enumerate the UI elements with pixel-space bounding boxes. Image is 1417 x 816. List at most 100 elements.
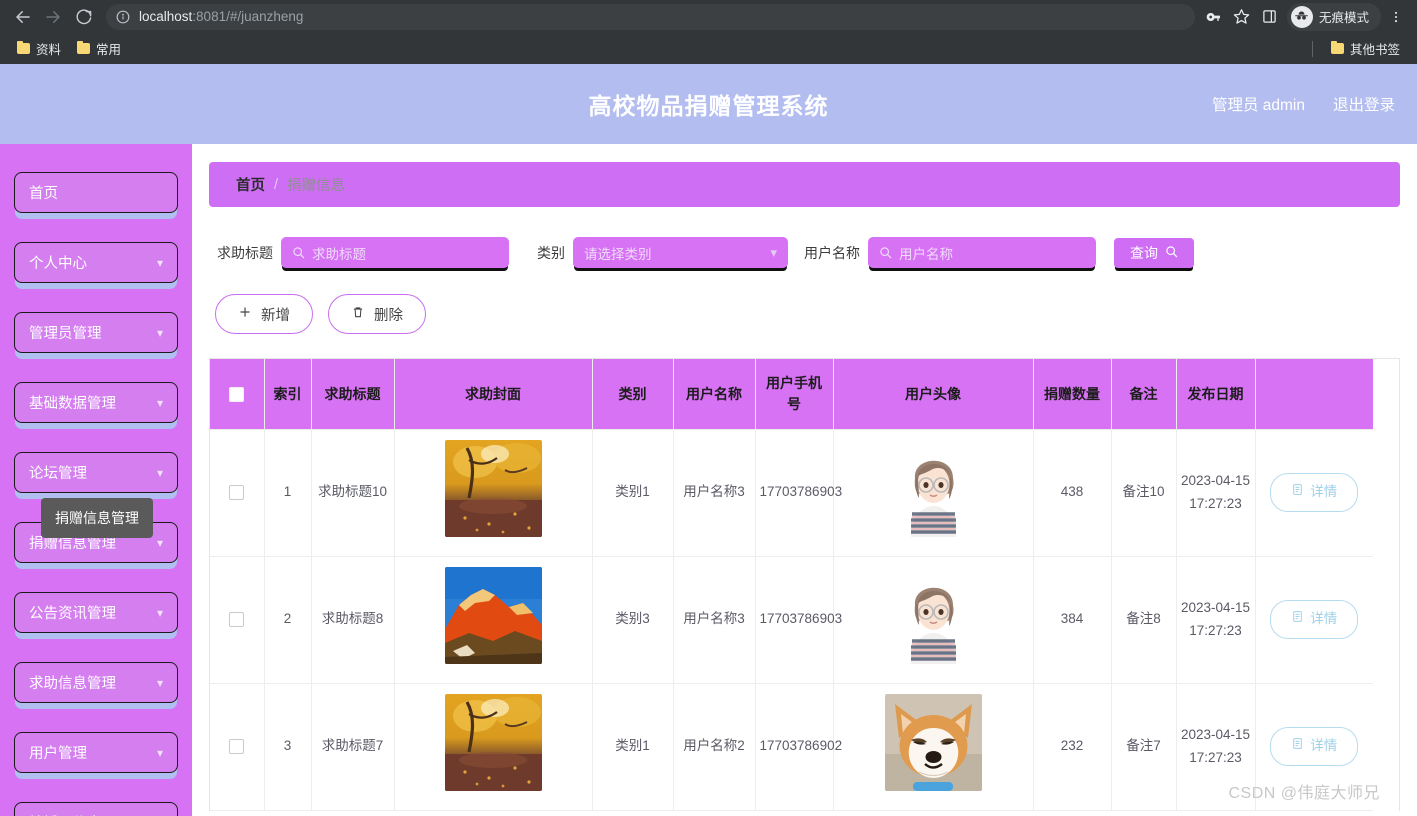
cell-category: 类别1 [592, 683, 673, 810]
username-search-input[interactable]: 用户名称 [868, 237, 1096, 268]
browser-chrome: localhost:8081/#/juanzheng 无痕模式 [0, 0, 1417, 64]
page-title: 高校物品捐赠管理系统 [0, 87, 1417, 121]
title-search-input[interactable]: 求助标题 [281, 237, 509, 268]
side-panel-icon[interactable] [1255, 2, 1285, 32]
sidebar-item-label: 管理员管理 [29, 322, 102, 343]
cell-username: 用户名称3 [673, 556, 755, 683]
delete-button-label: 删除 [374, 304, 403, 325]
folder-icon [17, 43, 30, 54]
reload-icon[interactable] [68, 2, 98, 32]
delete-button[interactable]: 删除 [328, 294, 426, 334]
cell-phone: 17703786903 [755, 429, 833, 556]
sidebar-item-announcement-management[interactable]: 公告资讯管理 ▾ [14, 592, 178, 633]
sidebar-item-label: 用户管理 [29, 742, 87, 763]
th-select-all[interactable] [210, 359, 264, 429]
category-filter-label: 类别 [537, 243, 565, 263]
address-bar[interactable]: localhost:8081/#/juanzheng [106, 4, 1195, 30]
cell-date: 2023-04-15 17:27:23 [1176, 683, 1255, 810]
table-row[interactable]: 2 求助标题8 [210, 556, 1373, 683]
cell-cover [394, 556, 592, 683]
avatar[interactable] [885, 694, 982, 791]
bookmarks-divider [1312, 41, 1313, 57]
th-quantity: 捐赠数量 [1033, 359, 1111, 429]
folder-icon [1331, 43, 1344, 54]
incognito-indicator[interactable]: 无痕模式 [1287, 3, 1381, 31]
document-icon [1291, 735, 1304, 758]
cell-index: 2 [264, 556, 311, 683]
th-date: 发布日期 [1176, 359, 1255, 429]
row-checkbox[interactable] [229, 612, 244, 627]
chevron-down-icon: ▾ [157, 257, 163, 269]
detail-button[interactable]: 详情 [1270, 727, 1358, 766]
cell-title: 求助标题7 [311, 683, 394, 810]
logout-button[interactable]: 退出登录 [1333, 93, 1395, 115]
other-bookmarks-button[interactable]: 其他书签 [1323, 36, 1408, 61]
cover-thumbnail[interactable] [445, 567, 542, 664]
sidebar-item-carousel-management[interactable]: 轮播图信息 ▾ [14, 802, 178, 816]
sidebar-item-admin-management[interactable]: 管理员管理 ▾ [14, 312, 178, 353]
sidebar-item-help-info-management[interactable]: 求助信息管理 ▾ [14, 662, 178, 703]
breadcrumb: 首页 / 捐赠信息 [209, 162, 1400, 207]
password-key-icon[interactable] [1201, 4, 1227, 30]
cell-select[interactable] [210, 429, 264, 556]
th-remark: 备注 [1111, 359, 1176, 429]
detail-button[interactable]: 详情 [1270, 473, 1358, 512]
title-search-placeholder: 求助标题 [312, 243, 366, 263]
cell-phone: 17703786903 [755, 556, 833, 683]
back-arrow-icon[interactable] [8, 2, 38, 32]
trash-icon [351, 305, 365, 323]
cell-date: 2023-04-15 17:27:23 [1176, 556, 1255, 683]
table-row[interactable]: 3 求助标题7 [210, 683, 1373, 810]
bookmark-item[interactable]: 资料 [9, 36, 69, 61]
sidebar-item-user-management[interactable]: 用户管理 ▾ [14, 732, 178, 773]
detail-button[interactable]: 详情 [1270, 600, 1358, 639]
select-all-checkbox[interactable] [229, 387, 244, 402]
chevron-down-icon: ▾ [157, 747, 163, 759]
query-button[interactable]: 查询 [1114, 238, 1194, 268]
username-search-placeholder: 用户名称 [899, 243, 953, 263]
url-path: :8081/#/juanzheng [192, 9, 303, 24]
cell-operations: 详情 [1255, 556, 1373, 683]
th-username: 用户名称 [673, 359, 755, 429]
sidebar-item-forum-management[interactable]: 论坛管理 ▾ [14, 452, 178, 493]
sidebar-item-label: 首页 [29, 182, 58, 203]
cell-cover [394, 429, 592, 556]
cover-thumbnail[interactable] [445, 694, 542, 791]
detail-button-label: 详情 [1310, 608, 1337, 631]
table-row[interactable]: 1 求助标题10 [210, 429, 1373, 556]
cell-avatar [833, 429, 1033, 556]
cell-select[interactable] [210, 683, 264, 810]
bookmark-label: 资料 [36, 39, 61, 58]
cell-cover [394, 683, 592, 810]
cell-remark: 备注10 [1111, 429, 1176, 556]
bookmark-star-icon[interactable] [1229, 4, 1255, 30]
th-cover: 求助封面 [394, 359, 592, 429]
cell-operations: 详情 [1255, 683, 1373, 810]
breadcrumb-separator: / [274, 177, 278, 193]
sidebar-item-basic-data-management[interactable]: 基础数据管理 ▾ [14, 382, 178, 423]
cell-select[interactable] [210, 556, 264, 683]
add-button[interactable]: 新增 [215, 294, 313, 334]
cover-thumbnail[interactable] [445, 440, 542, 537]
avatar[interactable] [885, 567, 982, 664]
bookmark-item[interactable]: 常用 [69, 36, 129, 61]
action-bar: 新增 删除 [209, 294, 1400, 334]
row-checkbox[interactable] [229, 739, 244, 754]
breadcrumb-home[interactable]: 首页 [236, 174, 265, 195]
cell-remark: 备注8 [1111, 556, 1176, 683]
row-checkbox[interactable] [229, 485, 244, 500]
document-icon [1291, 608, 1304, 631]
category-select[interactable]: 请选择类别 ▾ [573, 237, 788, 268]
th-title: 求助标题 [311, 359, 394, 429]
forward-arrow-icon[interactable] [38, 2, 68, 32]
sidebar-item-home[interactable]: 首页 [14, 172, 178, 213]
application: 高校物品捐赠管理系统 管理员 admin 退出登录 首页 个人中心 ▾ 管理员管… [0, 64, 1417, 816]
sidebar-item-personal-center[interactable]: 个人中心 ▾ [14, 242, 178, 283]
site-info-icon[interactable] [116, 10, 130, 24]
cell-operations: 详情 [1255, 429, 1373, 556]
main-content: 首页 / 捐赠信息 求助标题 求助标题 类别 请选择类别 [192, 144, 1417, 816]
kebab-menu-icon[interactable] [1383, 2, 1409, 32]
avatar[interactable] [885, 440, 982, 537]
chevron-down-icon: ▾ [157, 397, 163, 409]
cell-title: 求助标题10 [311, 429, 394, 556]
